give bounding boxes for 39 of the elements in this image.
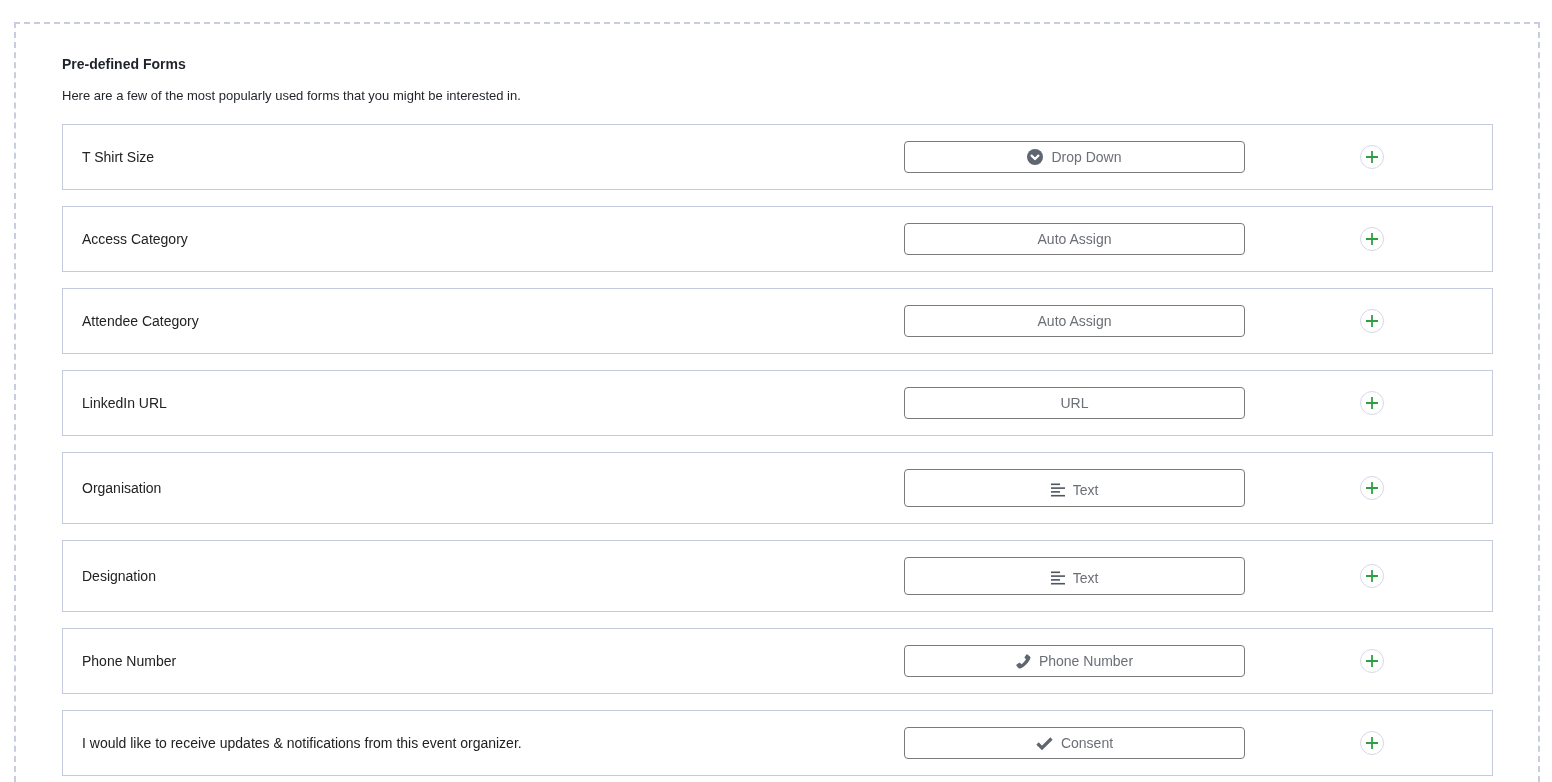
phone-icon — [1015, 653, 1031, 669]
plus-icon — [1366, 737, 1378, 749]
field-type-button[interactable]: Consent — [904, 727, 1245, 759]
form-label: Organisation — [82, 479, 163, 497]
form-label: I would like to receive updates & notifications from this event organizer. — [82, 734, 523, 752]
form-label: Attendee Category — [82, 312, 200, 330]
plus-icon — [1366, 655, 1378, 667]
add-button[interactable] — [1360, 564, 1384, 588]
add-button[interactable] — [1360, 145, 1384, 169]
add-button[interactable] — [1360, 309, 1384, 333]
plus-icon — [1366, 570, 1378, 582]
plus-icon — [1366, 397, 1378, 409]
field-type-button[interactable]: Text — [904, 557, 1245, 595]
field-type-button[interactable]: Auto Assign — [904, 223, 1245, 255]
text-lines-icon — [1050, 483, 1065, 497]
add-button[interactable] — [1360, 391, 1384, 415]
section-title: Pre-defined Forms — [62, 55, 187, 74]
form-label: Designation — [82, 567, 157, 585]
field-type-button[interactable]: Phone Number — [904, 645, 1245, 677]
add-button[interactable] — [1360, 227, 1384, 251]
form-label: Access Category — [82, 230, 189, 248]
field-type-button[interactable]: Drop Down — [904, 141, 1245, 173]
field-type-button[interactable]: URL — [904, 387, 1245, 419]
form-label: T Shirt Size — [82, 148, 156, 166]
form-label: Phone Number — [82, 652, 178, 670]
plus-icon — [1366, 233, 1378, 245]
checkmark-icon — [1035, 736, 1053, 750]
add-button[interactable] — [1360, 731, 1384, 755]
add-button[interactable] — [1360, 649, 1384, 673]
plus-icon — [1366, 315, 1378, 327]
form-label: LinkedIn URL — [82, 394, 168, 412]
plus-icon — [1366, 151, 1378, 163]
chevron-circle-icon — [1027, 149, 1044, 165]
field-type-button[interactable]: Text — [904, 469, 1245, 507]
text-lines-icon — [1050, 571, 1065, 585]
add-button[interactable] — [1360, 476, 1384, 500]
plus-icon — [1366, 482, 1378, 494]
section-description: Here are a few of the most popularly used forms that you might be interested in. — [62, 87, 522, 105]
field-type-button[interactable]: Auto Assign — [904, 305, 1245, 337]
